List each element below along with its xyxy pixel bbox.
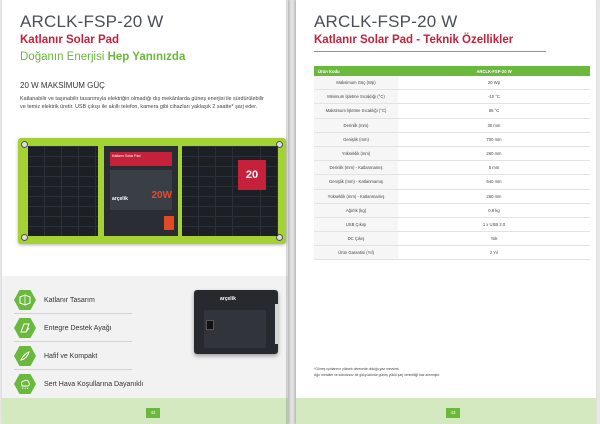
spec-value: 260 mm (398, 189, 590, 204)
spec-value: 640 mm (398, 174, 590, 190)
footnote: Ağır metaller ve kobolzsuz bir gökyüzünd… (314, 373, 441, 377)
weather-icon (14, 374, 36, 394)
table-row: USB Çıkışı 1 x USB 2.0 (314, 217, 590, 233)
page-footer (2, 398, 288, 424)
divider (14, 341, 132, 342)
spec-value: 700 mm (398, 132, 590, 147)
spec-key: Derinlik (mm) (314, 118, 398, 133)
page-number: 42 (146, 408, 160, 418)
table-row: Yükseklik (mm) 260 mm (314, 146, 590, 162)
header-cell: ARCLK-FSP-20 W (398, 66, 590, 76)
spec-value: 20 Wp (398, 76, 590, 91)
divider (14, 313, 132, 314)
grommet (21, 141, 28, 148)
spec-key: USB Çıkışı (314, 217, 398, 233)
feature-item: Katlanır Tasarım (14, 290, 95, 310)
table-header-row: Ürün Kodu ARCLK-FSP-20 W (314, 66, 590, 76)
table-row: Derinlik (mm) - Katlanmamış 5 mm (314, 160, 590, 176)
spec-key: Minimum İşletme Sıcaklığı (°C) (314, 89, 398, 105)
feature-item: Entegre Destek Ayağı (14, 318, 112, 338)
feature-item: Hafif ve Kompakt (14, 346, 97, 366)
spec-key: Yükseklik (mm) - Katlanmamış (314, 189, 398, 204)
table-row: Derinlik (mm) 30 mm (314, 118, 590, 133)
spec-key: Genişlik (mm) (314, 132, 398, 147)
spec-value: 2 Yıl (398, 245, 590, 261)
description-paragraph: Katlanabilir ve taşınabilir tasarımıyla … (20, 96, 264, 110)
feature-label: Sert Hava Koşullarına Dayanıklı (44, 380, 144, 388)
table-row: Maksimum İşletme Sıcaklığı (°C) 65 °C (314, 103, 590, 119)
solar-panel-image: Katlanır Solar Pad arçelik 20W 20 (18, 138, 286, 244)
divider (14, 369, 132, 370)
spec-value: 260 mm (398, 146, 590, 162)
card-wattage: 20W (151, 190, 172, 201)
table-row: Yükseklik (mm) - Katlanmamış 260 mm (314, 189, 590, 204)
spec-value: -10 °C (398, 89, 590, 105)
spec-key: Ağırlık (kg) (314, 203, 398, 218)
spec-key: Ürün Garantisi (Yıl) (314, 245, 398, 261)
feature-item: Sert Hava Koşullarına Dayanıklı (14, 374, 143, 394)
spec-key: Maksimum İşletme Sıcaklığı (°C) (314, 103, 398, 119)
strap (275, 304, 278, 344)
product-title: ARCLK-FSP-20 W (20, 12, 164, 31)
usb-port-icon (206, 320, 214, 330)
stand-icon (14, 318, 36, 338)
product-subtitle: Katlanır Solar Pad (20, 34, 120, 46)
title-underline (314, 51, 546, 52)
card-tab (164, 216, 174, 230)
tagline-bold: Hep Yanınızda (107, 51, 186, 63)
solar-cell-left (28, 146, 98, 236)
table-row: Ürün Garantisi (Yıl) 2 Yıl (314, 245, 590, 261)
fold-icon (14, 290, 36, 310)
feature-label: Katlanır Tasarım (44, 296, 95, 304)
spec-key: Yükseklik (mm) (314, 146, 398, 162)
table-row: Genişlik (mm) - Katlanmamış 640 mm (314, 174, 590, 190)
table-row: DC Çıkış Yok (314, 231, 590, 247)
folded-panel-image: arçelik (194, 290, 278, 354)
folded-brand: arçelik (220, 296, 236, 302)
spec-value: Yok (398, 231, 590, 247)
spec-title: ARCLK-FSP-20 W (314, 12, 458, 31)
spec-key: DC Çıkış (314, 231, 398, 247)
tagline: Doğanın Enerjisi Hep Yanınızda (20, 51, 185, 63)
section-heading: 20 W MAKSİMUM GÜÇ (20, 81, 105, 90)
page-number: 43 (446, 408, 460, 418)
spec-key: Genişlik (mm) - Katlanmamış (314, 174, 398, 190)
footnotes: *Güneş ışınlarının yüksek derecede olduğ… (314, 366, 440, 378)
spec-value: 30 mm (398, 118, 590, 133)
right-page: ARCLK-FSP-20 W Katlanır Solar Pad - Tekn… (296, 0, 596, 424)
table-row: Maksimum Güç (Wp) 20 Wp (314, 76, 590, 91)
spec-value: 65 °C (398, 103, 590, 119)
table-row: Minimum İşletme Sıcaklığı (°C) -10 °C (314, 89, 590, 105)
tagline-normal: Doğanın Enerjisi (20, 51, 105, 63)
feature-label: Entegre Destek Ayağı (44, 324, 112, 332)
spec-value: 0,8 kg (398, 203, 590, 218)
table-row: Genişlik (mm) 700 mm (314, 132, 590, 147)
spec-subtitle: Katlanır Solar Pad - Teknik Özellikler (314, 34, 514, 46)
feature-label: Hafif ve Kompakt (44, 352, 98, 360)
feather-icon (14, 346, 36, 366)
panel-center-card: Katlanır Solar Pad arçelik 20W (104, 146, 178, 236)
grommet (21, 234, 28, 241)
card-title: Katlanır Solar Pad (110, 152, 172, 166)
spec-key: Derinlik (mm) - Katlanmamış (314, 160, 398, 176)
spec-value: 1 x USB 2.0 (398, 217, 590, 233)
spec-key: Maksimum Güç (Wp) (314, 76, 398, 91)
spec-value: 5 mm (398, 160, 590, 176)
card-brand: arçelik (112, 196, 128, 202)
wattage-badge: 20 (238, 160, 266, 190)
table-row: Ağırlık (kg) 0,8 kg (314, 203, 590, 218)
spec-table: Ürün Kodu ARCLK-FSP-20 W Maksimum Güç (W… (314, 66, 590, 261)
header-cell: Ürün Kodu (314, 66, 398, 76)
left-page: ARCLK-FSP-20 W Katlanır Solar Pad Doğanı… (2, 0, 288, 424)
